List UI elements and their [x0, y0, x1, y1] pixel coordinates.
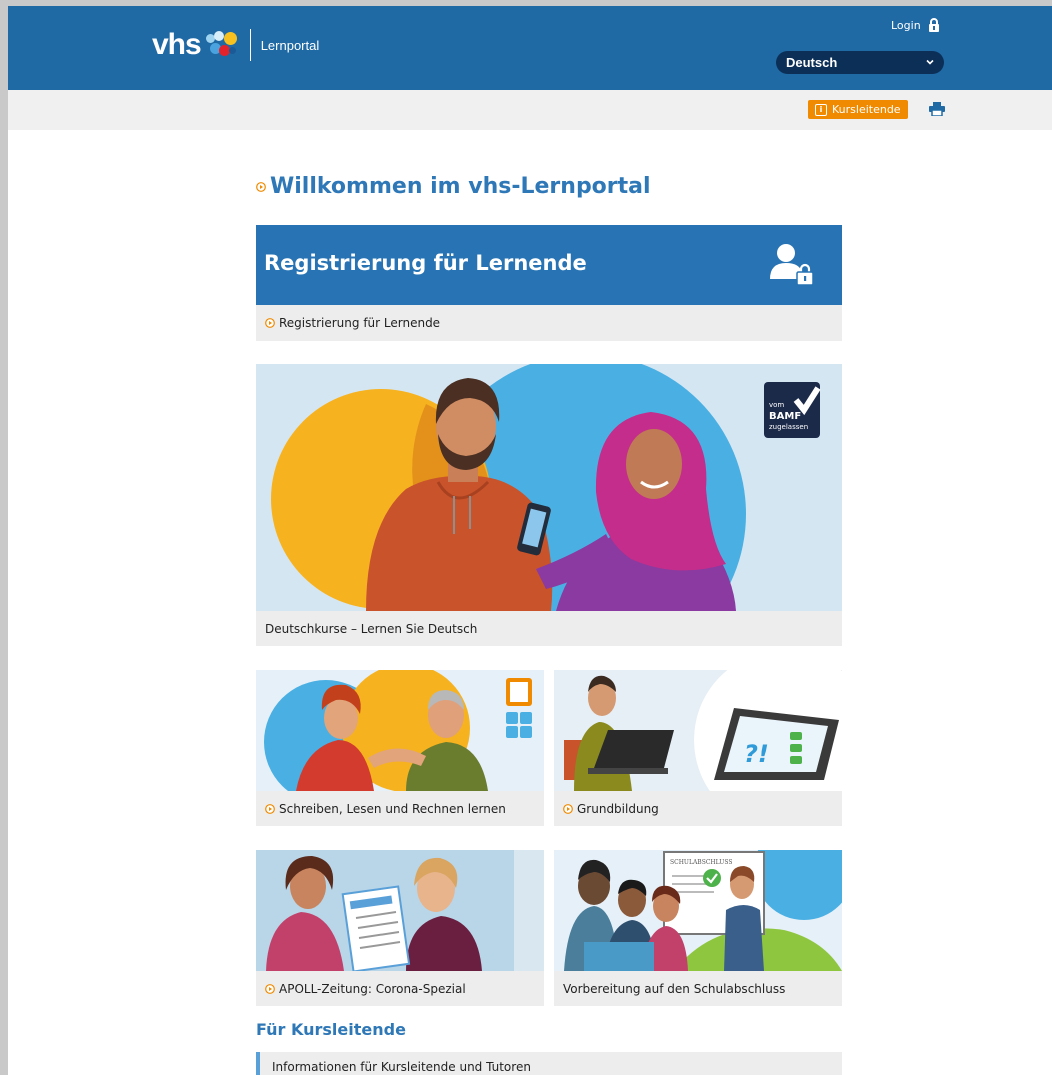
card-schulabschluss[interactable]: SCHULABSCHLUSS Vorbereitung auf den Schu…: [554, 850, 842, 1006]
illustration-people-with-phone: vom BAMF zugelassen: [256, 364, 842, 611]
bullet-arrow-icon: [265, 803, 275, 814]
top-header: vhs Lernportal Login Deutsch: [8, 6, 1052, 90]
card-label-bar: Schreiben, Lesen und Rechnen lernen: [256, 791, 544, 826]
card-grundbildung[interactable]: ?! Grundbildung: [554, 670, 842, 826]
print-icon[interactable]: [929, 102, 945, 116]
page-title: Willkommen im vhs-Lernportal: [256, 174, 651, 199]
illustration-newspaper-readers: [256, 850, 544, 971]
registration-banner-title: Registrierung für Lernende: [264, 251, 587, 275]
logo-dots-icon: [204, 30, 242, 60]
illustration-laptop-tablet: ?!: [554, 670, 842, 791]
bullet-arrow-icon: [265, 318, 275, 328]
kursleitende-button[interactable]: i Kursleitende: [808, 100, 908, 119]
card-label-bar: Grundbildung: [554, 791, 842, 826]
card-image: ?!: [554, 670, 842, 791]
board-text: SCHULABSCHLUSS: [670, 859, 732, 866]
card-image: [256, 850, 544, 971]
page-title-text: Willkommen im vhs-Lernportal: [270, 174, 651, 199]
user-lock-icon: [770, 244, 814, 286]
bamf-badge-line2: BAMF: [769, 411, 801, 422]
deutschkurse-card[interactable]: vom BAMF zugelassen Deutschkurse – Lerne…: [256, 364, 842, 646]
card-label-bar: APOLL-Zeitung: Corona-Spezial: [256, 971, 544, 1006]
deutschkurse-image: vom BAMF zugelassen: [256, 364, 842, 611]
illustration-classroom: SCHULABSCHLUSS: [554, 850, 842, 971]
bamf-badge-line3: zugelassen: [769, 423, 808, 431]
page: vhs Lernportal Login Deutsch i Kursleite…: [8, 6, 1052, 1075]
kursleitende-label: Kursleitende: [832, 103, 901, 116]
login-link[interactable]: Login: [891, 18, 940, 33]
registration-banner: Registrierung für Lernende: [256, 225, 842, 305]
logo-text: vhs: [152, 28, 202, 61]
login-label: Login: [891, 19, 921, 32]
card-label: APOLL-Zeitung: Corona-Spezial: [279, 981, 466, 996]
card-apoll-zeitung[interactable]: APOLL-Zeitung: Corona-Spezial: [256, 850, 544, 1006]
language-value: Deutsch: [786, 55, 838, 70]
bullet-arrow-icon: [256, 181, 266, 192]
vhs-logo[interactable]: vhs Lernportal: [152, 28, 319, 62]
deutschkurse-label: Deutschkurse – Lernen Sie Deutsch: [265, 621, 478, 636]
kursleitende-heading: Für Kursleitende: [256, 1020, 406, 1039]
toolbar: i Kursleitende: [8, 90, 1052, 130]
card-label: Schreiben, Lesen und Rechnen lernen: [279, 801, 506, 816]
svg-text:?!: ?!: [744, 740, 769, 768]
lock-icon: [928, 18, 939, 32]
bamf-badge-line1: vom: [769, 401, 784, 409]
card-schreiben-lesen-rechnen[interactable]: Schreiben, Lesen und Rechnen lernen: [256, 670, 544, 826]
language-select[interactable]: Deutsch: [776, 51, 944, 74]
registration-link-label: Registrierung für Lernende: [279, 316, 441, 330]
card-label: Grundbildung: [577, 801, 659, 816]
card-label: Vorbereitung auf den Schulabschluss: [563, 981, 786, 996]
portal-name: Lernportal: [260, 37, 320, 53]
deutschkurse-label-bar: Deutschkurse – Lernen Sie Deutsch: [256, 611, 842, 646]
bullet-arrow-icon: [563, 803, 573, 814]
card-image: SCHULABSCHLUSS: [554, 850, 842, 971]
kursleitende-info-link[interactable]: Informationen für Kursleitende und Tutor…: [256, 1052, 842, 1075]
info-icon: i: [815, 103, 827, 116]
card-label-bar: Vorbereitung auf den Schulabschluss: [554, 971, 842, 1006]
registration-link[interactable]: Registrierung für Lernende: [256, 305, 842, 341]
card-image: [256, 670, 544, 791]
illustration-learning-people: [256, 670, 544, 791]
chevron-down-icon: [926, 59, 934, 65]
logo-separator: [249, 29, 251, 61]
bullet-arrow-icon: [265, 983, 275, 994]
